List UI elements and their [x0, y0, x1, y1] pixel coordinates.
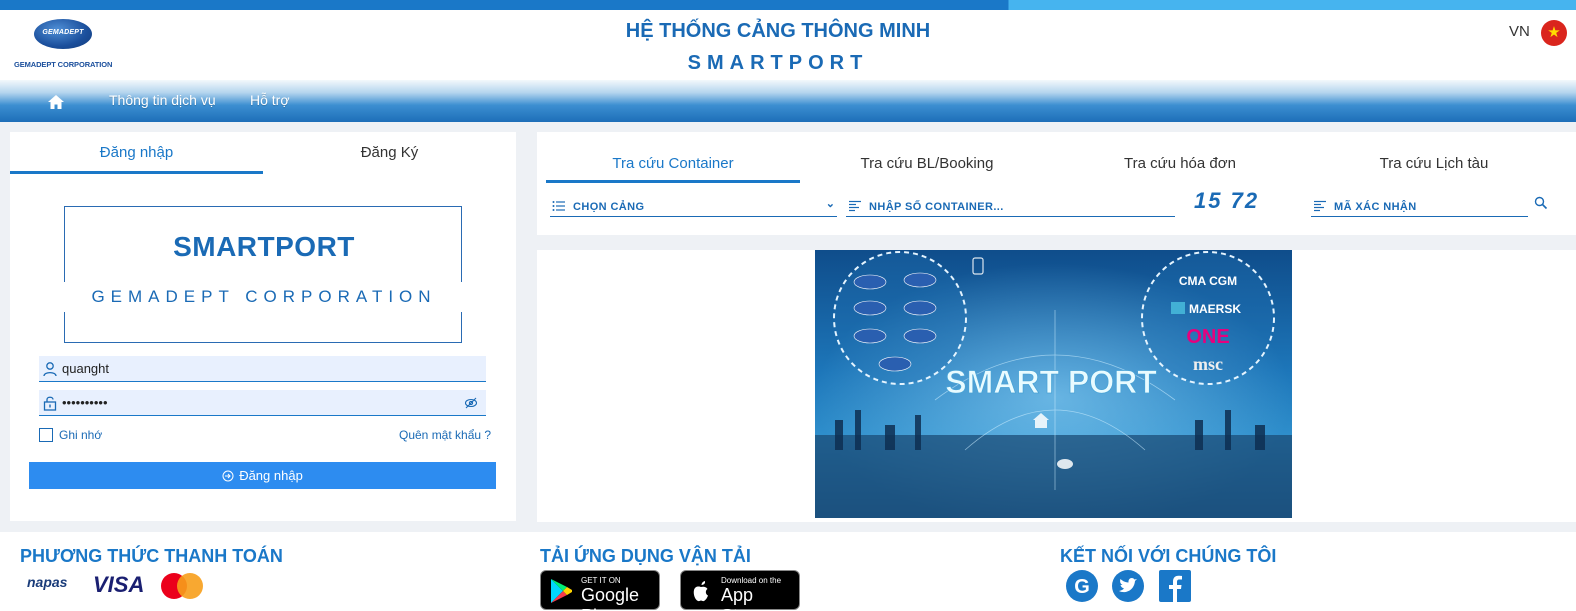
- remember-checkbox[interactable]: [39, 428, 53, 442]
- google-play-small-text: GET IT ON: [581, 576, 621, 585]
- google-icon[interactable]: G: [1065, 569, 1099, 603]
- page-title: HỆ THỐNG CẢNG THÔNG MINH: [625, 20, 931, 42]
- app-download-heading: TẢI ỨNG DỤNG VẬN TẢI: [540, 546, 751, 566]
- mastercard-logo: [158, 572, 206, 600]
- active-search-tab-indicator: [546, 180, 800, 183]
- vietnam-flag-icon[interactable]: ★: [1541, 20, 1567, 46]
- app-store-small-text: Download on the: [721, 576, 782, 585]
- partner-one: ONE: [1186, 326, 1229, 348]
- smartport-banner-image[interactable]: CMA CGM MAERSK ONE msc SMART PORT: [815, 250, 1292, 518]
- home-icon[interactable]: [46, 92, 66, 112]
- tab-vessel-schedule-lookup[interactable]: Tra cứu Lịch tàu: [1307, 155, 1561, 172]
- tab-bl-booking-lookup[interactable]: Tra cứu BL/Booking: [800, 155, 1054, 172]
- brand-title: SMARTPORT: [173, 231, 355, 262]
- container-number-input[interactable]: NHẬP SỐ CONTAINER...: [846, 196, 1175, 217]
- captcha-placeholder: MÃ XÁC NHẬN: [1334, 201, 1417, 213]
- text-align-icon: [849, 200, 861, 212]
- password-field[interactable]: ••••••••••: [39, 390, 486, 416]
- visa-logo: VISA: [93, 572, 145, 597]
- login-panel: Đăng nhập Đăng Ký SMARTPORT GEMADEPT COR…: [10, 132, 516, 521]
- top-accent-stripe: [0, 0, 1576, 10]
- main-navbar: Thông tin dịch vụ Hỗ trợ: [0, 80, 1576, 122]
- app-store-big-text: App Store: [721, 585, 764, 611]
- facebook-icon[interactable]: [1158, 569, 1192, 603]
- google-play-badge[interactable]: GET IT ON Google Play: [540, 570, 660, 611]
- captcha-image: 15 72: [1194, 188, 1260, 213]
- payment-heading: PHƯƠNG THỨC THANH TOÁN: [20, 546, 283, 566]
- lookup-panel: Tra cứu Container Tra cứu BL/Booking Tra…: [537, 132, 1576, 235]
- site-header: GEMADEPT GEMADEPT CORPORATION HỆ THỐNG C…: [0, 10, 1576, 80]
- login-button-label: Đăng nhập: [239, 468, 303, 483]
- text-align-icon: [1314, 200, 1326, 212]
- tab-container-lookup[interactable]: Tra cứu Container: [546, 155, 800, 172]
- google-play-big-text: Google Play: [581, 585, 640, 611]
- eye-off-icon[interactable]: [464, 397, 478, 409]
- remember-label[interactable]: Ghi nhớ: [59, 428, 102, 442]
- username-field[interactable]: quanght: [39, 356, 486, 382]
- brand-subtitle: GEMADEPT CORPORATION: [91, 287, 437, 306]
- user-icon: [43, 362, 57, 377]
- port-select-label: CHỌN CẢNG: [573, 201, 645, 213]
- page-subtitle: SMARTPORT: [687, 52, 869, 74]
- partner-cma-cgm: CMA CGM: [1179, 274, 1237, 288]
- container-number-placeholder: NHẬP SỐ CONTAINER...: [869, 201, 1004, 213]
- nav-item-support[interactable]: Hỗ trợ: [250, 92, 290, 108]
- language-label[interactable]: VN: [1509, 23, 1530, 40]
- napas-logo: napas: [27, 574, 68, 590]
- lock-icon: [43, 396, 57, 411]
- site-footer: PHƯƠNG THỨC THANH TOÁN napas VISA TẢI ỨN…: [0, 532, 1576, 611]
- banner-title: SMART PORT: [945, 364, 1157, 400]
- social-heading: KẾT NỐI VỚI CHÚNG TÔI: [1060, 546, 1277, 566]
- google-play-icon: [551, 579, 572, 603]
- banner-illustration: CMA CGM MAERSK ONE msc SMART PORT: [815, 250, 1292, 518]
- username-value: quanght: [62, 361, 109, 376]
- search-icon[interactable]: [1534, 196, 1548, 210]
- tab-register[interactable]: Đăng Ký: [263, 144, 516, 161]
- forgot-password-link[interactable]: Quên mật khẩu ?: [399, 428, 491, 442]
- svg-text:G: G: [1074, 576, 1090, 598]
- list-icon: [552, 201, 565, 211]
- chevron-down-icon: ⌄: [825, 198, 835, 210]
- apple-icon: [693, 581, 708, 602]
- login-icon: [222, 470, 234, 481]
- twitter-icon[interactable]: [1111, 569, 1145, 603]
- maersk-icon: [1171, 302, 1185, 314]
- login-button[interactable]: Đăng nhập: [29, 462, 496, 489]
- mastercard-icon: [161, 573, 203, 599]
- password-value: ••••••••••: [62, 395, 108, 410]
- app-store-badge[interactable]: Download on the App Store: [680, 570, 800, 611]
- banner-panel: CMA CGM MAERSK ONE msc SMART PORT: [537, 250, 1576, 522]
- smartport-brand-box: SMARTPORT GEMADEPT CORPORATION: [63, 206, 465, 343]
- port-select[interactable]: CHỌN CẢNG ⌄: [550, 196, 837, 217]
- partner-msc: msc: [1193, 354, 1223, 374]
- tab-login[interactable]: Đăng nhập: [10, 144, 263, 161]
- active-tab-indicator: [10, 171, 263, 174]
- nav-item-service-info[interactable]: Thông tin dịch vụ: [109, 92, 216, 108]
- partner-maersk: MAERSK: [1189, 302, 1241, 316]
- captcha-input[interactable]: MÃ XÁC NHẬN: [1311, 196, 1528, 217]
- tab-invoice-lookup[interactable]: Tra cứu hóa đơn: [1053, 155, 1307, 172]
